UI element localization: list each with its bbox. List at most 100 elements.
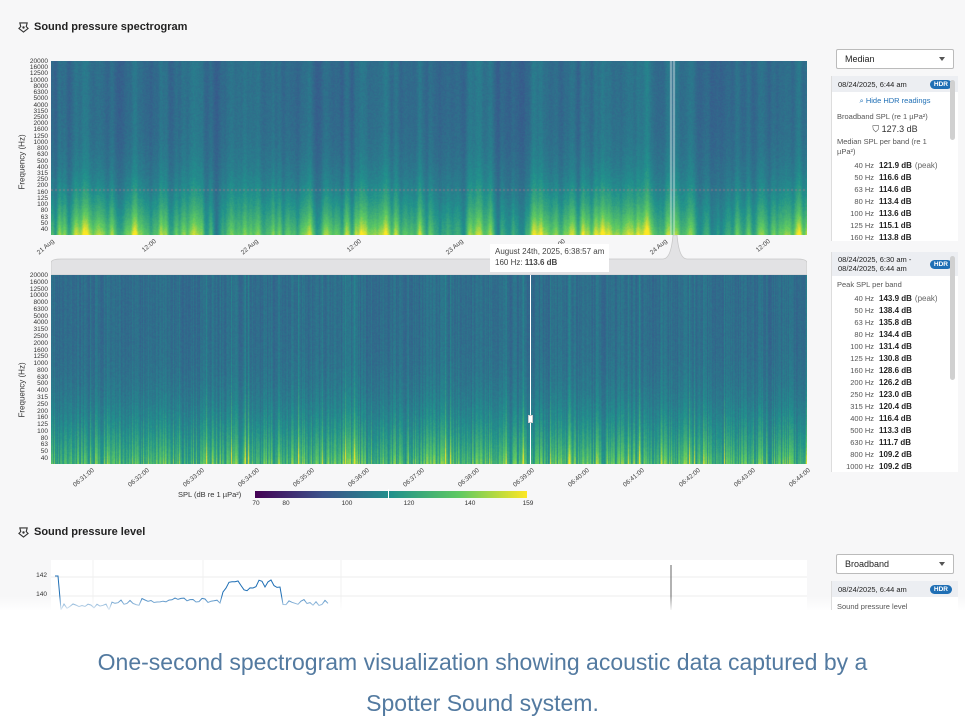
band-frequency: 40 Hz <box>854 160 874 170</box>
peak-panel-timestamp: 08/24/2025, 6:30 am -08/24/2025, 6:44 am <box>838 255 911 273</box>
band-value: 109.2 dB <box>879 461 912 471</box>
band-row: 315 Hz 120.4 dB <box>832 400 938 412</box>
spl-panel: 08/24/2025, 6:44 am HDR Sound pressure l… <box>831 581 958 610</box>
median-panel-header: 08/24/2025, 6:44 am HDR <box>832 76 958 92</box>
band-value: 113.8 dB <box>879 232 912 242</box>
peak-band-label: Peak SPL per band <box>837 280 902 289</box>
band-frequency: 1000 Hz <box>846 461 874 471</box>
band-row: 500 Hz 113.3 dB <box>832 424 938 436</box>
spotter-icon <box>18 526 29 538</box>
band-row: 630 Hz 111.7 dB <box>832 436 938 448</box>
band-row: 400 Hz 116.4 dB <box>832 412 938 424</box>
hdr-badge: HDR <box>929 584 952 594</box>
band-value: 113.6 dB <box>879 208 912 218</box>
frequency-tick-label: 40 <box>40 226 48 233</box>
band-row: 1000 Hz 109.2 dB <box>832 460 938 472</box>
band-value: 115.1 dB <box>879 220 912 230</box>
colorbar-tick-label: 100 <box>341 500 353 507</box>
band-frequency: 50 Hz <box>854 172 874 182</box>
band-row: 50 Hz 116.6 dB <box>832 171 938 183</box>
statistic-dropdown[interactable]: Median <box>836 49 954 69</box>
tooltip-value: 113.6 dB <box>524 257 558 267</box>
peak-panel: 08/24/2025, 6:30 am -08/24/2025, 6:44 am… <box>831 252 958 472</box>
band-row: 160 Hz 128.6 dB <box>832 364 938 376</box>
band-frequency: 40 Hz <box>854 293 874 303</box>
metric-dropdown[interactable]: Broadband <box>836 554 954 574</box>
band-value: 109.2 dB <box>879 449 912 459</box>
band-value: 111.7 dB <box>879 437 912 447</box>
median-panel-scrollbar[interactable] <box>950 80 955 140</box>
hdr-badge: HDR <box>929 259 952 269</box>
band-value: 134.4 dB <box>879 329 912 339</box>
time-tick-label: 06:31:00 <box>71 467 96 489</box>
colorbar-tick-label: 80 <box>282 500 290 507</box>
frequency-tick-label: 40 <box>40 455 48 462</box>
band-row: 63 Hz 114.6 dB <box>832 183 938 195</box>
band-value: 123.0 dB <box>879 389 912 399</box>
spectrogram-tooltip: August 24th, 2025, 6:38:57 am 160 Hz: 11… <box>490 244 610 272</box>
band-frequency: 63 Hz <box>854 317 874 327</box>
tooltip-time: August 24th, 2025, 6:38:57 am <box>495 247 605 256</box>
spotter-icon: ⛉ <box>872 124 880 134</box>
band-value: 120.4 dB <box>879 401 912 411</box>
metric-dropdown-value: Broadband <box>845 559 890 569</box>
band-row: 125 Hz 130.8 dB <box>832 352 938 364</box>
band-value: 116.6 dB <box>879 172 912 182</box>
band-value: 113.4 dB <box>879 196 912 206</box>
hide-hdr-link[interactable]: ⌕ Hide HDR readings <box>832 96 958 106</box>
band-frequency: 160 Hz <box>850 232 874 242</box>
colorbar-marker <box>388 489 389 499</box>
caption-line-1: One-second spectrogram visualization sho… <box>97 649 868 675</box>
peak-panel-scrollbar[interactable] <box>950 256 955 380</box>
band-value: 113.3 dB <box>879 425 912 435</box>
colorbar-tick-label: 159 <box>522 500 534 507</box>
band-frequency: 315 Hz <box>850 401 874 411</box>
caption: One-second spectrogram visualization sho… <box>0 642 965 724</box>
band-row: 63 Hz 135.8 dB <box>832 316 938 328</box>
median-panel: 08/24/2025, 6:44 am HDR ⌕ Hide HDR readi… <box>831 76 958 241</box>
band-frequency: 160 Hz <box>850 365 874 375</box>
band-frequency: 125 Hz <box>850 220 874 230</box>
band-frequency: 630 Hz <box>850 437 874 447</box>
band-value: 121.9 dB <box>879 160 912 170</box>
band-row: 100 Hz 131.4 dB <box>832 340 938 352</box>
colorbar-tick-label: 120 <box>403 500 415 507</box>
time-tick-label: 06:38:00 <box>457 467 482 489</box>
band-frequency: 100 Hz <box>850 341 874 351</box>
time-tick-label: 06:35:00 <box>291 467 316 489</box>
section-title-text: Sound pressure spectrogram <box>34 21 188 33</box>
time-tick-label: 06:36:00 <box>347 467 371 489</box>
broadband-value: 127.3 dB <box>881 124 918 134</box>
peak-panel-header: 08/24/2025, 6:30 am -08/24/2025, 6:44 am… <box>832 252 958 276</box>
cursor-line <box>530 275 531 464</box>
band-row: 160 Hz 113.8 dB <box>832 231 938 242</box>
spl-section-title: Sound pressure level <box>18 526 145 538</box>
band-frequency: 100 Hz <box>850 208 874 218</box>
band-value: 143.9 dB <box>879 293 912 303</box>
broadband-label: Broadband SPL (re 1 µPa²) <box>837 112 928 121</box>
time-tick-label: 06:43:00 <box>732 467 757 489</box>
spotter-icon <box>18 21 29 33</box>
time-tick-label: 06:34:00 <box>236 467 261 489</box>
overview-spectrogram[interactable] <box>51 61 807 235</box>
band-frequency: 50 Hz <box>854 305 874 315</box>
statistic-dropdown-value: Median <box>845 54 875 64</box>
band-value: 114.6 dB <box>879 184 912 194</box>
band-value: 130.8 dB <box>879 353 912 363</box>
time-tick-label: 06:32:00 <box>126 467 151 489</box>
band-row: 100 Hz 113.6 dB <box>832 207 938 219</box>
band-row: 200 Hz 126.2 dB <box>832 376 938 388</box>
band-value: 128.6 dB <box>879 365 912 375</box>
band-row: 40 Hz 143.9 dB (peak) <box>832 292 937 304</box>
cursor-handle[interactable] <box>528 415 533 423</box>
caption-line-2: Spotter Sound system. <box>366 690 599 716</box>
band-value: 138.4 dB <box>879 305 912 315</box>
band-row: 50 Hz 138.4 dB <box>832 304 938 316</box>
zoom-icon: ⌕ <box>859 96 864 105</box>
band-row: 250 Hz 123.0 dB <box>832 388 938 400</box>
detail-spectrogram[interactable] <box>51 275 807 464</box>
colorbar-label: SPL (dB re 1 µPa²) <box>178 490 242 499</box>
hide-hdr-label: Hide HDR readings <box>865 96 931 105</box>
band-row: 80 Hz 113.4 dB <box>832 195 938 207</box>
spl-panel-timestamp: 08/24/2025, 6:44 am <box>838 584 907 594</box>
